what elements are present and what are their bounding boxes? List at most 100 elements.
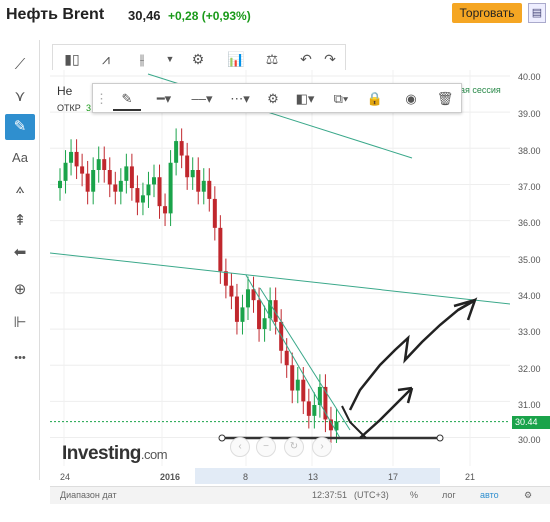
clock: 12:37:51 (312, 490, 348, 500)
timezone[interactable]: (UTC+3) (354, 490, 389, 500)
candle-body (102, 159, 107, 170)
candle-body (69, 151, 74, 163)
candle-body (118, 180, 123, 192)
candle-body (85, 173, 90, 192)
compare-icon[interactable]: ⚖ (259, 47, 285, 71)
candle-body (301, 379, 306, 402)
layer-icon[interactable]: ⧉▾ (327, 87, 355, 111)
arrow-left-icon[interactable]: ⬅ (5, 240, 35, 266)
visibility-icon[interactable]: ◉ (399, 87, 423, 111)
chart-canvas[interactable] (49, 70, 511, 466)
candle-body (91, 170, 96, 192)
area-icon[interactable]: ⩘ (93, 47, 119, 71)
price-chart[interactable] (49, 70, 511, 466)
more-icon[interactable]: ••• (5, 345, 35, 371)
zoom-icon[interactable]: ⊕ (5, 277, 35, 303)
drag-handle-icon[interactable]: ⋮ (95, 87, 108, 111)
candle-body (146, 184, 151, 196)
candle-body (63, 162, 68, 181)
legend-open-value: 3 (86, 103, 92, 113)
candle-body (246, 289, 250, 308)
y-tick: 36.00 (518, 218, 541, 228)
candle-body (240, 307, 245, 322)
line-style-dashed-icon[interactable]: ‒‒▾ (185, 87, 219, 111)
candle-body (262, 318, 267, 330)
candle-body (140, 195, 145, 203)
candle-body (163, 206, 168, 214)
candle-body (168, 162, 173, 214)
redo-icon[interactable]: ↷ (317, 47, 343, 71)
current-price-tag: 30.44 (512, 416, 550, 429)
percent-toggle[interactable]: % (410, 490, 418, 500)
candle-body (157, 177, 162, 207)
dropdown-icon[interactable]: ▼ (157, 47, 183, 71)
reset-icon[interactable]: ↻ (284, 437, 304, 457)
candle-body (312, 405, 317, 416)
channel-line (245, 274, 341, 439)
x-tick: 13 (308, 472, 319, 482)
brush-stroke-arrow (359, 387, 413, 439)
y-tick: 37.00 (518, 182, 541, 192)
candle-body (218, 227, 223, 272)
y-tick: 33.00 (518, 327, 541, 337)
x-tick: 2016 (160, 472, 181, 482)
fork-tool-icon[interactable]: ⋎ (5, 84, 35, 110)
instrument-title: Нефть Brent (6, 6, 105, 23)
settings-icon[interactable]: ⚙ (261, 87, 285, 111)
candle-body (212, 198, 217, 228)
undo-icon[interactable]: ↶ (293, 47, 319, 71)
x-tick: 17 (388, 472, 399, 482)
ruler-icon[interactable]: ⊩ (5, 310, 35, 336)
candle-body (74, 151, 79, 167)
candle-body (58, 180, 62, 189)
fill-icon[interactable]: ◧▾ (291, 87, 319, 111)
pattern-tool-icon[interactable]: ⟑ (5, 176, 35, 202)
drawing-properties-toolbar: ⋮ ✎ ━▾ ‒‒▾ ⋯▾ ⚙ ◧▾ ⧉▾ 🔒 ◉ 🗑 (92, 83, 462, 113)
last-price: 30,46 (128, 8, 161, 23)
zoom-out-icon[interactable]: − (256, 437, 276, 457)
log-toggle[interactable]: лог (442, 490, 456, 500)
candle-body (295, 379, 300, 391)
settings-icon[interactable]: ⚙ (185, 47, 211, 71)
fib-tool-icon[interactable]: ⇞ (5, 208, 35, 234)
lock-icon[interactable]: 🔒 (363, 87, 387, 111)
line-tool-icon[interactable]: ⟋ (5, 52, 35, 78)
pencil-icon[interactable]: ✎ (113, 87, 141, 111)
candle-body (129, 166, 134, 189)
auto-toggle[interactable]: авто (480, 490, 499, 500)
indicators-icon[interactable]: 📊 (223, 47, 249, 71)
scroll-left-icon[interactable]: ‹ (230, 437, 250, 457)
y-tick: 34.00 (518, 291, 541, 301)
candle-body (152, 177, 156, 185)
logo-tld: .com (140, 447, 168, 462)
line-style-dotted-icon[interactable]: ⋯▾ (223, 87, 257, 111)
date-range-button[interactable]: Диапазон дат (60, 490, 117, 500)
y-tick: 39.00 (518, 109, 541, 119)
x-tick: 24 (60, 472, 71, 482)
candles-icon[interactable]: ▮▯ (59, 47, 85, 71)
candle-body (190, 170, 195, 178)
line-width-icon[interactable]: ━▾ (149, 87, 179, 111)
candle-body (196, 170, 201, 192)
price-change: +0,28 (+0,93%) (168, 9, 251, 23)
settings-icon[interactable]: ⚙ (524, 490, 532, 501)
text-tool-icon[interactable]: Aa (5, 145, 35, 171)
brush-tool-icon[interactable]: ✎ (5, 114, 35, 140)
line-handle (218, 434, 226, 442)
candle-body (135, 188, 140, 203)
y-tick: 35.00 (518, 255, 541, 265)
line-handle (436, 434, 444, 442)
bars-icon[interactable]: ⫲ (129, 47, 155, 71)
chart-footer: Диапазон дат 12:37:51 (UTC+3) % лог авто… (50, 486, 550, 504)
y-tick: 40.00 (518, 72, 541, 82)
trade-button[interactable]: Торговать (452, 3, 522, 23)
candle-body (107, 170, 112, 185)
legend-open-label: ОТКР (57, 103, 81, 113)
candle-body (174, 141, 179, 163)
x-tick: 8 (243, 472, 249, 482)
price-axis[interactable]: 40.00 39.00 38.00 37.00 36.00 35.00 34.0… (510, 70, 550, 466)
add-to-portfolio-icon[interactable]: ▤ (528, 3, 546, 23)
delete-icon[interactable]: 🗑 (433, 87, 457, 111)
scroll-right-end-icon[interactable]: › (312, 437, 332, 457)
session-label: ая сессия (460, 85, 501, 95)
